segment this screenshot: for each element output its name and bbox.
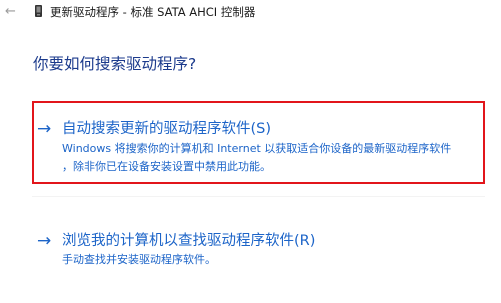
window-title: 更新驱动程序 - 标准 SATA AHCI 控制器	[50, 5, 256, 19]
option-separator	[32, 196, 485, 197]
title-bar: ← 更新驱动程序 - 标准 SATA AHCI 控制器	[0, 0, 501, 26]
option-auto-search[interactable]: → 自动搜索更新的驱动程序软件(S) Windows 将搜索你的计算机和 Int…	[32, 101, 485, 184]
option-auto-search-description-line2: ，除非你已在设备安装设置中禁用此功能。	[62, 160, 271, 173]
option-browse-computer-title[interactable]: 浏览我的计算机以查找驱动程序软件(R)	[62, 231, 315, 251]
option-auto-search-title[interactable]: 自动搜索更新的驱动程序软件(S)	[62, 119, 271, 139]
option-auto-search-description-line1: Windows 将搜索你的计算机和 Internet 以获取适合你设备的最新驱动…	[62, 142, 452, 155]
page-heading: 你要如何搜索驱动程序?	[33, 55, 197, 73]
back-arrow-icon[interactable]: ←	[5, 4, 16, 20]
option-browse-computer[interactable]: → 浏览我的计算机以查找驱动程序软件(R) 手动查找并安装驱动程序软件。	[32, 224, 485, 274]
arrow-right-icon: →	[37, 231, 52, 251]
arrow-right-icon: →	[37, 119, 52, 139]
device-manager-icon	[35, 5, 42, 17]
option-browse-computer-description: 手动查找并安装驱动程序软件。	[62, 253, 216, 266]
